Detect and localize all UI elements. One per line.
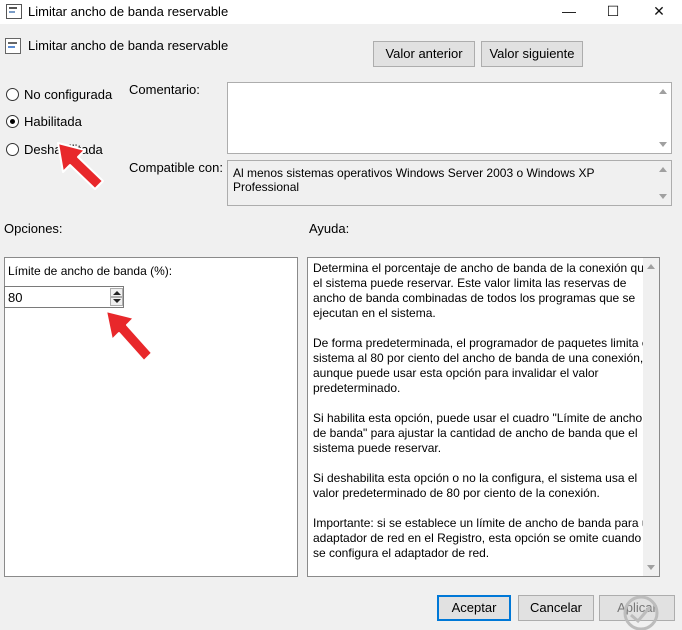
radio-label-disabled[interactable]: Deshabilitada	[24, 142, 103, 157]
compatible-value: Al menos sistemas operativos Windows Ser…	[233, 166, 595, 194]
help-panel: Determina el porcentaje de ancho de band…	[307, 257, 660, 577]
scroll-up-icon[interactable]	[659, 167, 667, 172]
bandwidth-limit-label: Límite de ancho de banda (%):	[8, 264, 173, 278]
radio-disabled[interactable]	[6, 143, 19, 156]
setting-title: Limitar ancho de banda reservable	[28, 38, 229, 53]
spin-up-icon[interactable]	[110, 288, 123, 297]
maximize-button[interactable]: ☐	[590, 0, 636, 24]
apply-button[interactable]: Aplicar	[599, 595, 675, 621]
help-heading: Ayuda:	[309, 221, 350, 236]
help-paragraph: Determina el porcentaje de ancho de band…	[313, 261, 651, 320]
radio-label-enabled[interactable]: Habilitada	[24, 114, 82, 129]
bandwidth-limit-value[interactable]: 80	[8, 290, 22, 305]
next-setting-button[interactable]: Valor siguiente	[481, 41, 583, 67]
comment-label: Comentario:	[129, 82, 200, 97]
comment-textarea[interactable]	[227, 82, 672, 154]
close-button[interactable]: ✕	[636, 0, 682, 24]
help-paragraph: Si deshabilita esta opción o no la confi…	[313, 471, 638, 500]
accept-button[interactable]: Aceptar	[437, 595, 511, 621]
previous-setting-button[interactable]: Valor anterior	[373, 41, 475, 67]
help-paragraph: Si habilita esta opción, puede usar el c…	[313, 411, 643, 455]
bandwidth-limit-spinbox[interactable]: 80	[4, 286, 124, 308]
radio-not-configured[interactable]	[6, 88, 19, 101]
compatible-field: Al menos sistemas operativos Windows Ser…	[227, 160, 672, 206]
window-title: Limitar ancho de banda reservable	[28, 4, 229, 19]
options-heading: Opciones:	[4, 221, 63, 236]
help-paragraph: De forma predeterminada, el programador …	[313, 336, 652, 395]
radio-label-not-configured[interactable]: No configurada	[24, 87, 112, 102]
title-bar: Limitar ancho de banda reservable — ☐ ✕	[0, 0, 682, 24]
radio-enabled[interactable]	[6, 115, 19, 128]
compatible-scrollbar[interactable]	[655, 161, 671, 205]
policy-setting-icon	[5, 38, 21, 54]
compatible-label: Compatible con:	[129, 160, 223, 175]
scroll-down-icon[interactable]	[647, 565, 655, 570]
comment-scrollbar[interactable]	[655, 83, 671, 153]
scroll-down-icon[interactable]	[659, 194, 667, 199]
scroll-up-icon[interactable]	[647, 264, 655, 269]
scroll-up-icon[interactable]	[659, 89, 667, 94]
spin-down-icon[interactable]	[110, 297, 123, 306]
cancel-button[interactable]: Cancelar	[518, 595, 594, 621]
minimize-button[interactable]: —	[546, 0, 592, 24]
policy-app-icon	[6, 4, 22, 19]
help-paragraph: Importante: si se establece un límite de…	[313, 516, 656, 560]
scroll-down-icon[interactable]	[659, 142, 667, 147]
help-scrollbar[interactable]	[643, 258, 659, 576]
help-text: Determina el porcentaje de ancho de band…	[313, 261, 656, 576]
